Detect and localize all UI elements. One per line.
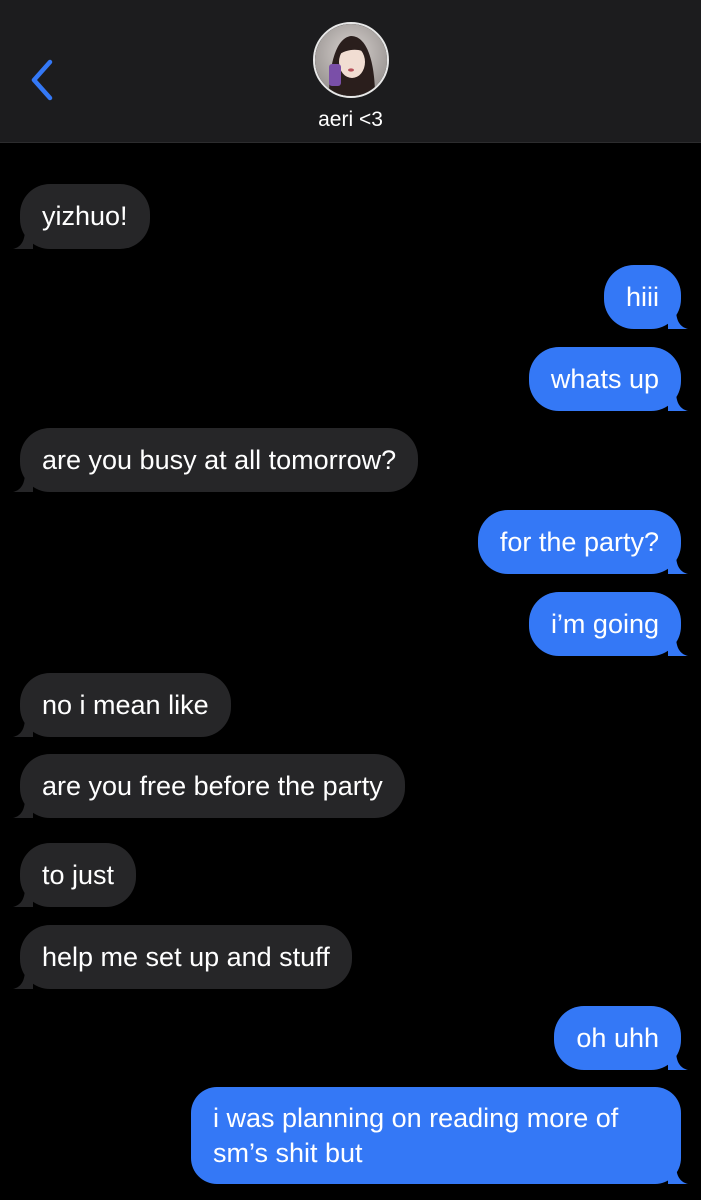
- message-bubble-incoming[interactable]: are you free before the party: [13, 754, 405, 818]
- back-button[interactable]: [22, 56, 62, 104]
- message-bubble-outgoing[interactable]: whats up: [528, 347, 688, 411]
- bubble-tail: [13, 969, 33, 989]
- message-bubble-incoming[interactable]: are you busy at all tomorrow?: [13, 428, 419, 492]
- bubble-tail: [13, 472, 33, 492]
- contact-avatar[interactable]: [313, 22, 389, 98]
- message-text: for the party?: [499, 527, 659, 557]
- bubble-tail: [13, 229, 33, 249]
- bubble-tail: [13, 717, 33, 737]
- bubble-tail: [668, 1164, 688, 1184]
- chevron-left-icon: [31, 59, 53, 101]
- message-bubble-incoming[interactable]: no i mean like: [13, 673, 231, 737]
- message-bubble-outgoing[interactable]: i’m going: [528, 592, 688, 656]
- bubble-tail: [13, 798, 33, 818]
- message-bubble-outgoing[interactable]: for the party?: [477, 510, 688, 574]
- message-bubble-incoming[interactable]: to just: [13, 843, 137, 907]
- message-text: i was planning on reading more of sm’s s…: [213, 1103, 619, 1168]
- message-text: help me set up and stuff: [42, 942, 330, 972]
- bubble-tail: [668, 554, 688, 574]
- message-bubble-outgoing[interactable]: oh uhh: [554, 1006, 688, 1070]
- message-text: to just: [42, 860, 115, 890]
- message-bubble-outgoing[interactable]: hiii: [603, 265, 688, 329]
- message-text: i’m going: [550, 609, 659, 639]
- message-text: no i mean like: [42, 690, 209, 720]
- message-text: oh uhh: [576, 1023, 659, 1053]
- message-text: are you busy at all tomorrow?: [42, 445, 397, 475]
- message-bubble-incoming[interactable]: help me set up and stuff: [13, 925, 352, 989]
- message-bubble-outgoing[interactable]: i was planning on reading more of sm’s s…: [191, 1087, 688, 1184]
- avatar-photo: [315, 24, 387, 96]
- message-text: hiii: [625, 282, 659, 312]
- bubble-tail: [668, 391, 688, 411]
- message-text: are you free before the party: [42, 771, 383, 801]
- conversation-header: aeri <3: [0, 0, 701, 143]
- message-thread[interactable]: yizhuo! hiii whats up are you busy at al…: [0, 143, 701, 1200]
- message-bubble-incoming[interactable]: yizhuo!: [13, 184, 150, 249]
- bubble-tail: [13, 887, 33, 907]
- bubble-tail: [668, 636, 688, 656]
- bubble-tail: [668, 1050, 688, 1070]
- message-text: whats up: [550, 364, 659, 394]
- contact-name[interactable]: aeri <3: [0, 108, 701, 132]
- message-text: yizhuo!: [42, 201, 128, 231]
- bubble-tail: [668, 309, 688, 329]
